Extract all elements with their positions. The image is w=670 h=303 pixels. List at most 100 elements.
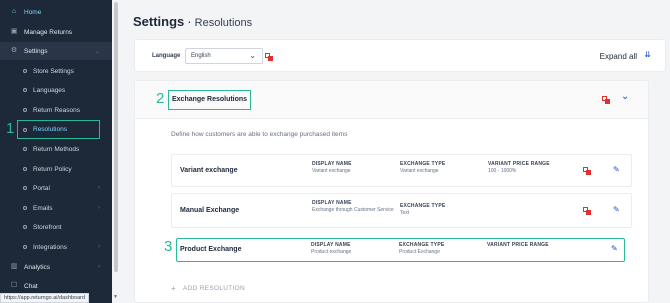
add-resolution-button[interactable]: ADD RESOLUTION (183, 285, 245, 292)
column-value: Variant exchange (312, 168, 351, 174)
display-name-column: DISPLAY NAME Exchange through Customer S… (312, 200, 394, 213)
translate-icon[interactable] (583, 207, 591, 215)
language-label: Language (152, 53, 181, 59)
exchange-type-column: EXCHANGE TYPE Text (400, 203, 445, 216)
sidebar-item-portal[interactable]: Portal › (0, 179, 112, 197)
chevron-down-icon: ⌄ (94, 48, 100, 55)
bullet-icon (23, 88, 27, 92)
sidebar-item-label: Emails (33, 204, 53, 212)
column-header: DISPLAY NAME (312, 200, 352, 206)
expand-all-button[interactable]: Expand all (600, 52, 637, 61)
resolution-row[interactable]: Manual Exchange DISPLAY NAME Exchange th… (171, 193, 632, 228)
sidebar-item-storefront[interactable]: Storefront (0, 218, 112, 236)
column-header: VARIANT PRICE RANGE (488, 161, 550, 167)
title-separator: · (187, 14, 192, 29)
price-range-column: VARIANT PRICE RANGE 100 - 1000% (488, 161, 550, 174)
column-header: DISPLAY NAME (311, 242, 351, 248)
sidebar-item-store-settings[interactable]: Store Settings (0, 62, 112, 80)
chat-icon: ☐ (10, 282, 18, 289)
column-header: EXCHANGE TYPE (400, 203, 446, 209)
sidebar-item-label: Settings (24, 47, 48, 55)
edit-pencil-icon[interactable]: ✎ (613, 205, 620, 214)
gear-icon: ⚙ (10, 47, 18, 54)
sidebar-item-emails[interactable]: Emails › (0, 199, 112, 217)
translate-icon[interactable] (265, 53, 273, 61)
section-description: Define how customers are able to exchang… (171, 131, 348, 138)
column-header: EXCHANGE TYPE (400, 161, 446, 167)
edit-pencil-icon[interactable]: ✎ (611, 244, 618, 253)
double-chevron-down-icon[interactable]: ⇊ (644, 50, 651, 59)
resolution-name: Manual Exchange (180, 207, 240, 214)
column-value: 100 - 1000% (488, 168, 517, 174)
status-bar-url: https://app.returngo.ai/dashboard (0, 293, 90, 303)
language-select[interactable]: English ⌄ (185, 48, 263, 64)
home-icon: ⌂ (11, 8, 17, 15)
sidebar-item-manage-returns[interactable]: ▣ Manage Returns (0, 23, 112, 41)
chevron-down-icon[interactable]: ⌄ (621, 91, 629, 102)
sidebar-item-label: Portal (33, 184, 50, 192)
bullet-icon (23, 127, 27, 132)
sidebar-item-analytics[interactable]: ▥ Analytics › (0, 258, 112, 276)
chevron-down-icon: ⌄ (249, 51, 256, 60)
sidebar-item-label: Storefront (33, 223, 62, 231)
sidebar-item-return-reasons[interactable]: Return Reasons (0, 101, 112, 119)
scroll-down-arrow-icon[interactable]: ▼ (113, 294, 118, 300)
column-header: DISPLAY NAME (312, 161, 352, 167)
page-title-main: Settings (133, 14, 185, 29)
annotation-marker-3: 3 (164, 238, 173, 255)
chevron-right-icon: › (98, 205, 100, 211)
bullet-icon (23, 147, 27, 151)
translate-icon[interactable] (602, 96, 610, 104)
sidebar-item-settings[interactable]: ⚙ Settings ⌄ (0, 42, 112, 60)
sidebar-item-home[interactable]: ⌂ Home (0, 3, 112, 21)
language-toolbar: Language English ⌄ Expand all ⇊ (134, 39, 666, 72)
sidebar-item-integrations[interactable]: Integrations › (0, 238, 112, 256)
bullet-icon (23, 69, 27, 73)
bullet-icon (23, 245, 27, 249)
column-value: Product Exchange (399, 249, 440, 255)
sidebar-item-label: Return Reasons (33, 106, 80, 114)
section-title: Exchange Resolutions (168, 90, 252, 110)
sidebar-item-label: Return Methods (33, 145, 80, 153)
sidebar-item-label: Return Policy (33, 165, 72, 173)
sidebar-scrollbar-thumb[interactable] (114, 2, 118, 272)
column-value: Exchange through Customer Service (312, 207, 394, 213)
exchange-resolutions-card: 2 Exchange Resolutions ⌄ Define how cust… (134, 80, 649, 303)
display-name-column: DISPLAY NAME Product exchange (311, 242, 351, 255)
plus-icon[interactable]: + (171, 284, 176, 293)
analytics-icon: ▥ (10, 263, 18, 270)
column-value: Variant exchange (400, 168, 439, 174)
sidebar-item-label: Home (24, 8, 42, 16)
display-name-column: DISPLAY NAME Variant exchange (312, 161, 352, 174)
sidebar-item-label: Languages (33, 86, 66, 94)
chevron-right-icon: › (98, 244, 100, 250)
bullet-icon (23, 108, 27, 112)
bullet-icon (23, 206, 27, 210)
page-title: Settings · Resolutions (133, 14, 252, 29)
resolution-name: Variant exchange (180, 167, 238, 174)
exchange-type-column: EXCHANGE TYPE Variant exchange (400, 161, 445, 174)
sidebar: ⌂ Home ▣ Manage Returns ⚙ Settings ⌄ Sto… (0, 0, 112, 303)
sidebar-item-label: Manage Returns (24, 28, 73, 36)
annotation-marker-2: 2 (156, 90, 165, 107)
sidebar-item-return-methods[interactable]: Return Methods (0, 140, 112, 158)
bullet-icon (23, 225, 27, 229)
bullet-icon (23, 186, 27, 190)
annotation-marker-1: 1 (6, 120, 15, 137)
sidebar-item-label: Integrations (33, 243, 67, 251)
page-subtitle: Resolutions (194, 17, 253, 29)
translate-icon[interactable] (583, 167, 591, 175)
edit-pencil-icon[interactable]: ✎ (613, 165, 620, 174)
resolution-row[interactable]: Variant exchange DISPLAY NAME Variant ex… (171, 154, 632, 187)
card-header[interactable]: 2 Exchange Resolutions ⌄ (135, 81, 648, 119)
sidebar-item-return-policy[interactable]: Return Policy (0, 160, 112, 178)
column-value: Text (400, 210, 410, 216)
sidebar-item-resolutions[interactable]: Resolutions (17, 120, 100, 139)
bullet-icon (23, 167, 27, 171)
language-select-value: English (191, 53, 211, 59)
sidebar-item-label: Store Settings (33, 67, 74, 75)
sidebar-item-languages[interactable]: Languages (0, 81, 112, 99)
column-value: Product exchange (311, 249, 352, 255)
price-range-column: VARIANT PRICE RANGE (487, 242, 549, 249)
resolution-row-product-exchange[interactable]: Product Exchange DISPLAY NAME Product ex… (176, 238, 625, 262)
